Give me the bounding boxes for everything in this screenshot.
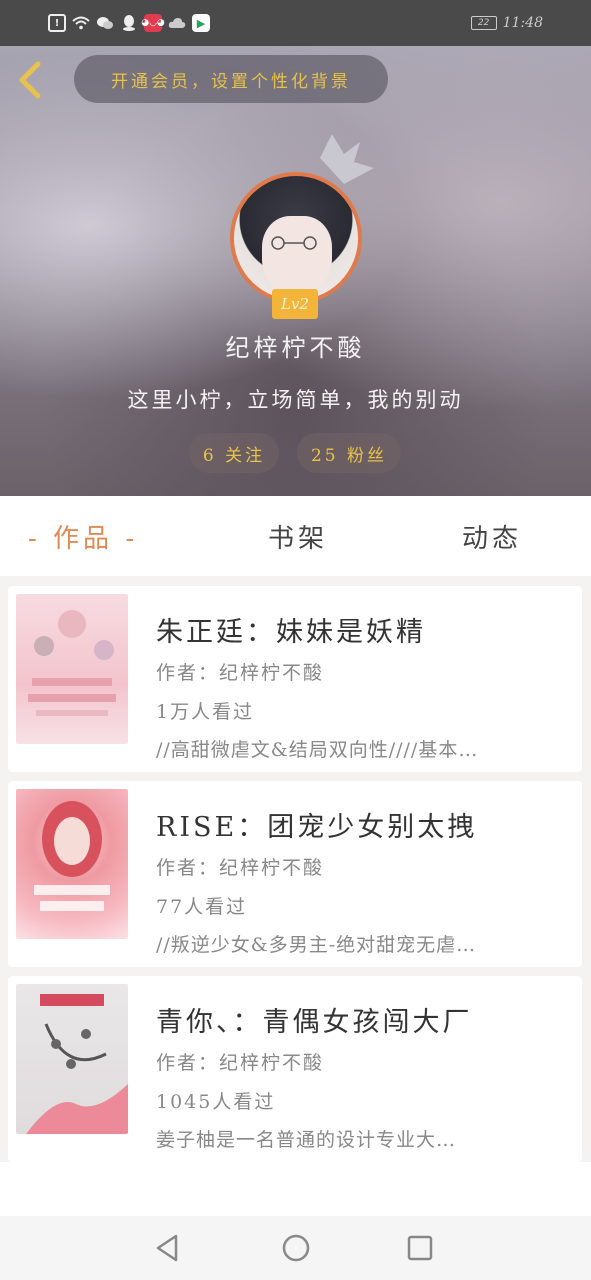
level-badge: Lv2 [272, 289, 318, 319]
book-description: //叛逆少女&多男主-绝对甜宠无虐… [156, 934, 477, 956]
book-author: 作者：纪梓柠不酸 [156, 662, 325, 684]
username: 纪梓柠不酸 [225, 334, 366, 362]
user-bio: 这里小柠，立场简单，我的别动 [127, 388, 464, 412]
cloud-icon [168, 14, 186, 32]
avatar-face [262, 216, 332, 294]
avatar[interactable] [230, 172, 362, 304]
chevron-left-icon [19, 61, 41, 99]
square-recent-icon [407, 1235, 433, 1261]
vip-background-button[interactable]: 开通会员，设置个性化背景 [74, 55, 388, 103]
book-views: 1045人看过 [156, 1091, 276, 1113]
status-right: 22 11:48 [470, 15, 543, 31]
following-button[interactable]: 6 关注 [189, 433, 279, 473]
book-card[interactable]: 朱正廷：妹妹是妖精 作者：纪梓柠不酸 1万人看过 //高甜微虐文&结局双向性//… [8, 586, 582, 772]
book-description: 姜子柚是一名普通的设计专业大… [156, 1129, 457, 1151]
list-footer [0, 1162, 591, 1216]
book-views: 1万人看过 [156, 701, 255, 723]
book-views: 77人看过 [156, 896, 248, 918]
triangle-back-icon [156, 1234, 178, 1262]
system-nav-bar [0, 1216, 591, 1280]
book-author: 作者：纪梓柠不酸 [156, 1052, 325, 1074]
avatar-glasses [271, 236, 317, 250]
book-card[interactable]: 青你、：青偶女孩闯大厂 作者：纪梓柠不酸 1045人看过 姜子柚是一名普通的设计… [8, 976, 582, 1162]
nav-recent-button[interactable] [404, 1232, 436, 1264]
nav-back-button[interactable] [152, 1232, 184, 1264]
wifi-icon [72, 14, 90, 32]
book-cover [16, 789, 128, 939]
battery-icon: 22 [470, 16, 497, 30]
nav-home-button[interactable] [280, 1232, 312, 1264]
tab-moments[interactable]: 动态 [462, 518, 522, 555]
status-bar: ! ◕◡◕ ▶ 22 11:48 [0, 0, 591, 46]
book-title: 青你、：青偶女孩闯大厂 [156, 1007, 473, 1038]
circle-home-icon [282, 1234, 310, 1262]
play-store-icon: ▶ [192, 14, 210, 32]
book-cover [16, 984, 128, 1134]
book-card[interactable]: RISE：团宠少女别太拽 作者：纪梓柠不酸 77人看过 //叛逆少女&多男主-绝… [8, 781, 582, 967]
fans-button[interactable]: 25 粉丝 [297, 433, 401, 473]
book-author: 作者：纪梓柠不酸 [156, 857, 325, 879]
qq-icon [120, 14, 138, 32]
back-button[interactable] [14, 60, 48, 100]
book-cover [16, 594, 128, 744]
book-description: //高甜微虐文&结局双向性////基本… [156, 739, 479, 761]
wechat-icon [96, 14, 114, 32]
app-icon: ◕◡◕ [141, 14, 165, 32]
book-title: RISE：团宠少女别太拽 [156, 812, 478, 843]
clock: 11:48 [502, 15, 543, 31]
profile-tabs: - 作品 - 书架 动态 [0, 496, 591, 576]
alert-icon: ! [48, 14, 66, 32]
book-title: 朱正廷：妹妹是妖精 [156, 617, 426, 648]
tab-works[interactable]: - 作品 - [28, 518, 138, 555]
profile-header: 开通会员，设置个性化背景 Lv2 纪梓柠不酸 这里小柠，立场简单，我的别动 6 … [0, 46, 591, 496]
status-icons: ! ◕◡◕ ▶ [48, 14, 210, 32]
tab-bookshelf[interactable]: 书架 [268, 518, 328, 555]
